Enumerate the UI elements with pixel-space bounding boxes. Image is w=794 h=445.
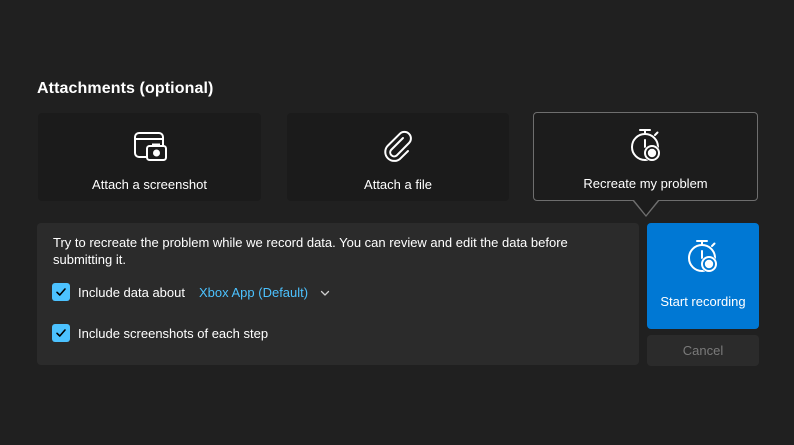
attach-file-card[interactable]: Attach a file <box>287 113 509 201</box>
attach-screenshot-label: Attach a screenshot <box>92 177 207 192</box>
checkmark-icon <box>56 288 66 296</box>
include-screenshots-label: Include screenshots of each step <box>78 325 269 341</box>
section-title: Attachments (optional) <box>37 80 214 97</box>
recreate-description: Try to recreate the problem while we rec… <box>53 235 568 267</box>
include-data-checkbox[interactable] <box>52 283 70 301</box>
include-data-row: Include data about Xbox App (Default) <box>52 283 330 301</box>
include-screenshots-row: Include screenshots of each step <box>52 324 268 342</box>
screenshot-camera-icon <box>130 127 170 167</box>
stopwatch-record-icon <box>626 126 666 166</box>
paperclip-icon <box>378 127 418 167</box>
recreate-problem-card[interactable]: Recreate my problem <box>533 112 758 201</box>
include-data-label: Include data about <box>78 284 185 300</box>
attach-screenshot-card[interactable]: Attach a screenshot <box>38 113 261 201</box>
cancel-label: Cancel <box>682 343 724 358</box>
chevron-down-icon <box>320 285 330 300</box>
selected-card-pointer-fill <box>634 200 658 215</box>
checkmark-icon <box>56 329 66 337</box>
app-select-value: Xbox App (Default) <box>198 284 309 300</box>
include-screenshots-checkbox[interactable] <box>52 324 70 342</box>
stopwatch-record-icon <box>684 238 722 281</box>
app-select-dropdown[interactable]: Xbox App (Default) <box>199 285 330 300</box>
start-recording-button[interactable]: Start recording <box>647 223 759 329</box>
recreate-problem-label: Recreate my problem <box>583 176 708 191</box>
recreate-problem-panel: Try to recreate the problem while we rec… <box>37 223 639 365</box>
cancel-button[interactable]: Cancel <box>647 335 759 366</box>
start-recording-label: Start recording <box>660 294 746 309</box>
attach-file-label: Attach a file <box>364 177 432 192</box>
